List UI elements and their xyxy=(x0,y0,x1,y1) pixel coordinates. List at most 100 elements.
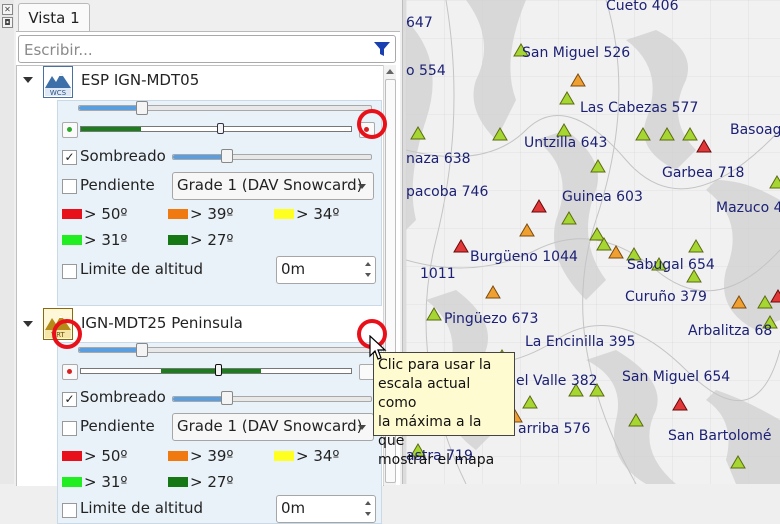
altitude-value: 0m xyxy=(281,260,306,278)
tooltip-line: mostrar el mapa xyxy=(378,452,495,468)
limite-checkbox[interactable] xyxy=(62,503,77,518)
peak-label: Las Cabezas 577 xyxy=(580,100,699,116)
search-input[interactable] xyxy=(22,39,356,61)
left-dock-edge: ✕ ◘ xyxy=(0,0,15,484)
sombreado-slider[interactable] xyxy=(172,396,372,402)
pendiente-label: Pendiente xyxy=(80,176,155,194)
tab-vista-1[interactable]: Vista 1 xyxy=(18,3,90,32)
tooltip-line: la máxima a la que xyxy=(378,414,482,449)
legend-swatch-red xyxy=(62,451,82,461)
peak-label: Burgüeno 1044 xyxy=(470,249,578,265)
legend-label: > 27º xyxy=(190,473,234,491)
legend-swatch-red xyxy=(62,209,82,219)
scroll-up-icon xyxy=(386,69,394,74)
scale-range-bar[interactable] xyxy=(80,126,352,132)
peak-label: arriba 576 xyxy=(518,421,591,437)
altitude-spinbox[interactable]: 0m xyxy=(276,495,376,523)
legend-swatch-orange xyxy=(168,451,188,461)
peak-label: Mazuco 4 xyxy=(716,200,780,216)
legend-label: > 27º xyxy=(190,231,234,249)
peak-label: Cueto 406 xyxy=(606,0,679,14)
legend-label: > 31º xyxy=(84,473,128,491)
limite-label: Limite de altitud xyxy=(80,260,204,278)
sombreado-checkbox[interactable]: ✓ xyxy=(62,150,77,165)
sombreado-slider[interactable] xyxy=(172,154,372,160)
peak-label: Basoag xyxy=(730,122,780,138)
peak-label: San Miguel 654 xyxy=(622,369,731,385)
pendiente-checkbox[interactable] xyxy=(62,179,77,194)
pendiente-checkbox[interactable] xyxy=(62,421,77,436)
tooltip-line: escala actual como xyxy=(378,376,471,411)
peak-label: o 554 xyxy=(406,63,446,79)
min-scale-button[interactable] xyxy=(62,122,78,138)
chevron-down-icon xyxy=(358,425,366,430)
opacity-slider-handle[interactable] xyxy=(136,343,148,357)
opacity-slider-handle[interactable] xyxy=(136,101,148,115)
grade-select[interactable]: Grade 1 (DAV Snowcard) xyxy=(172,413,374,441)
peak-label: Garbea 718 xyxy=(662,165,745,181)
close-icon[interactable]: ✕ xyxy=(2,4,13,15)
legend-swatch-light-green xyxy=(62,477,82,487)
legend-swatch-dark-green xyxy=(168,235,188,245)
float-icon[interactable]: ◘ xyxy=(2,17,13,28)
search-box[interactable] xyxy=(18,35,396,63)
peak-label: Untzilla 643 xyxy=(524,135,608,151)
legend-label: > 50º xyxy=(84,447,128,465)
peak-label: San Miguel 526 xyxy=(522,45,631,61)
mouse-pointer-icon xyxy=(369,335,387,360)
peak-label: Pingüezo 673 xyxy=(444,311,539,327)
limite-checkbox[interactable] xyxy=(62,264,77,279)
peak-label: Arbalitza 68 xyxy=(688,323,773,339)
legend-label: > 39º xyxy=(190,447,234,465)
expand-arrow-icon[interactable] xyxy=(23,77,33,83)
opacity-slider[interactable] xyxy=(78,347,372,353)
grade-select-value: Grade 1 (DAV Snowcard) xyxy=(177,176,363,194)
sombreado-label: Sombreado xyxy=(80,388,166,406)
legend-label: > 31º xyxy=(84,231,128,249)
tooltip-line: Clic para usar la xyxy=(378,357,492,373)
current-scale-marker xyxy=(215,364,222,376)
layer-name[interactable]: IGN-MDT25 Peninsula xyxy=(81,314,243,332)
opacity-slider[interactable] xyxy=(78,105,372,111)
sombreado-slider-handle[interactable] xyxy=(221,149,233,163)
layer-properties: ✓ Sombreado Pendiente Grade 1 (DAV Snowc… xyxy=(57,342,382,524)
legend-label: > 39º xyxy=(190,205,234,223)
layer-name[interactable]: ESP IGN-MDT05 xyxy=(81,71,199,89)
altitude-spinbox[interactable]: 0m xyxy=(276,256,376,284)
sombreado-checkbox[interactable]: ✓ xyxy=(62,392,77,407)
peak-label: 647 xyxy=(406,15,433,31)
legend-label: > 34º xyxy=(296,447,340,465)
peak-label: pacoba 746 xyxy=(406,184,489,200)
layer-badge: WCS xyxy=(50,89,67,97)
panel-content: WCS ESP IGN-MDT05 ✓ Sombreado xyxy=(16,31,400,524)
highlight-ring xyxy=(52,319,82,349)
peak-label: La Encinilla 395 xyxy=(525,334,636,350)
sombreado-label: Sombreado xyxy=(80,147,166,165)
expand-arrow-icon[interactable] xyxy=(23,321,33,327)
legend-label: > 34º xyxy=(296,205,340,223)
layer-properties: ✓ Sombreado Pendiente Grade 1 (DAV Snowc… xyxy=(57,100,382,306)
peak-label: San Bartolomé xyxy=(668,428,772,444)
legend-swatch-yellow xyxy=(274,209,294,219)
legend-swatch-yellow xyxy=(274,451,294,461)
layers-panel: Vista 1 WCS ESP IGN-MDT05 xyxy=(14,0,402,524)
layer-item: WCS ESP IGN-MDT05 ✓ Sombreado Pendiente … xyxy=(17,66,383,306)
limite-label: Limite de altitud xyxy=(80,499,204,517)
peak-label: el Valle 382 xyxy=(516,373,598,389)
chevron-down-icon xyxy=(358,184,366,189)
altitude-value: 0m xyxy=(281,499,306,517)
legend-label: > 50º xyxy=(84,205,128,223)
peak-label: Guinea 603 xyxy=(562,189,643,205)
sombreado-slider-handle[interactable] xyxy=(221,391,233,405)
legend-swatch-dark-green xyxy=(168,477,188,487)
legend-swatch-light-green xyxy=(62,235,82,245)
grade-select[interactable]: Grade 1 (DAV Snowcard) xyxy=(172,172,374,200)
pendiente-label: Pendiente xyxy=(80,417,155,435)
filter-icon[interactable] xyxy=(373,41,391,57)
peak-label: 1011 xyxy=(420,266,456,282)
peak-label: naza 638 xyxy=(406,151,471,167)
peak-label: Curuño 379 xyxy=(625,289,707,305)
peak-label: Sabugal 654 xyxy=(627,257,715,273)
highlight-ring xyxy=(357,109,387,139)
min-scale-button[interactable] xyxy=(62,364,78,380)
